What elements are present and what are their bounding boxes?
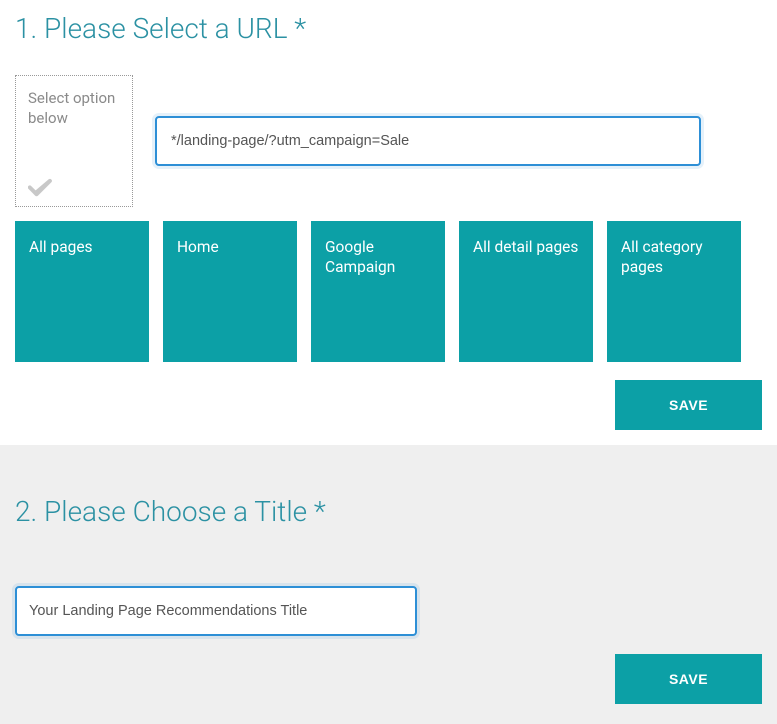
tile-label: All pages: [29, 238, 93, 256]
tile-label: Google Campaign: [325, 238, 395, 276]
tile-home[interactable]: Home: [163, 221, 297, 362]
select-option-card[interactable]: Select option below: [15, 75, 133, 207]
tile-label: Home: [177, 238, 219, 256]
url-option-tiles: All pages Home Google Campaign All detai…: [15, 221, 762, 362]
save-button-section-1[interactable]: SAVE: [615, 380, 762, 430]
checkmark-icon: [28, 178, 120, 198]
section-select-url: 1. Please Select a URL * Select option b…: [0, 0, 777, 430]
tile-label: All detail pages: [473, 238, 578, 256]
save-button-section-2[interactable]: SAVE: [615, 654, 762, 704]
url-row: Select option below: [15, 75, 762, 207]
section-1-heading: 1. Please Select a URL *: [15, 12, 762, 45]
tile-all-detail-pages[interactable]: All detail pages: [459, 221, 593, 362]
section-1-actions: SAVE: [15, 380, 762, 430]
url-input[interactable]: [155, 116, 701, 166]
tile-google-campaign[interactable]: Google Campaign: [311, 221, 445, 362]
tile-all-category-pages[interactable]: All category pages: [607, 221, 741, 362]
tile-all-pages[interactable]: All pages: [15, 221, 149, 362]
section-2-actions: SAVE: [15, 654, 762, 704]
section-choose-title: 2. Please Choose a Title * SAVE: [0, 445, 777, 724]
tile-label: All category pages: [621, 238, 703, 276]
title-input[interactable]: [15, 586, 417, 636]
section-2-heading: 2. Please Choose a Title *: [15, 495, 762, 528]
select-option-label: Select option below: [28, 88, 120, 129]
